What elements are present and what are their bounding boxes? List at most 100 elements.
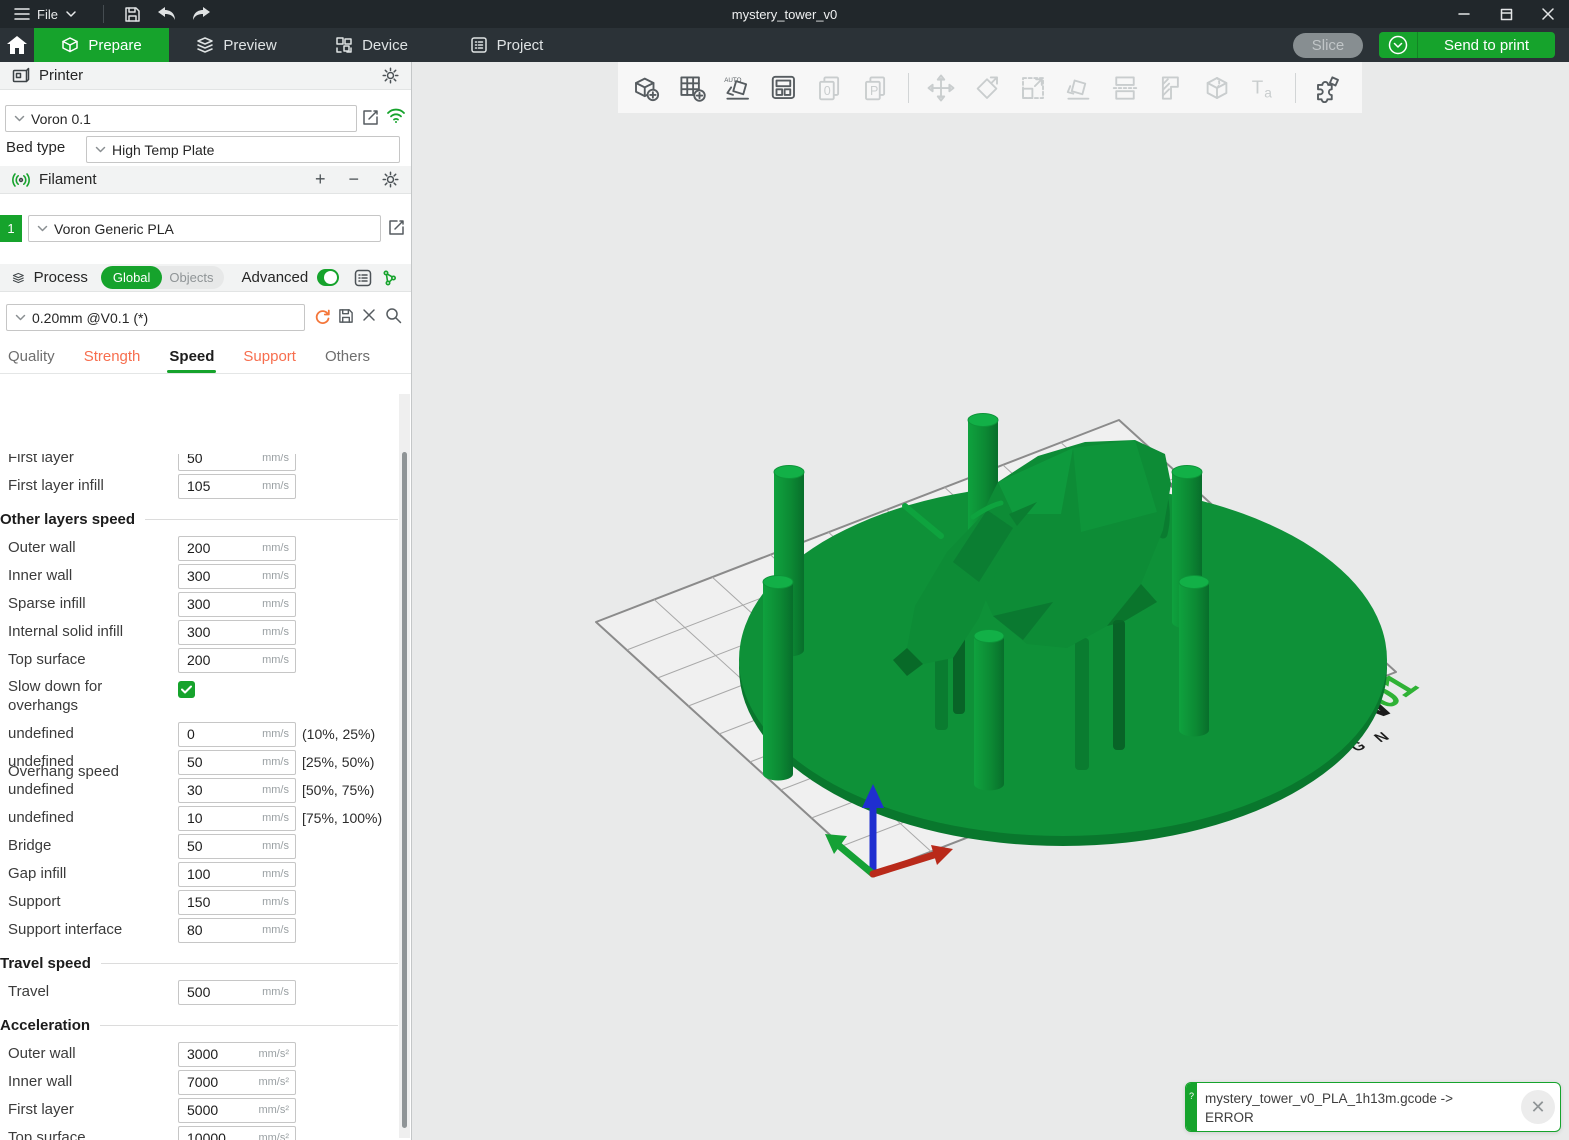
setting-input[interactable]: 0mm/s [178,722,296,747]
save-preset-button[interactable] [338,308,354,324]
undo-button[interactable] [150,0,184,28]
setting-input[interactable]: 500mm/s [178,980,296,1005]
setting-input[interactable]: 200mm/s [178,648,296,673]
setting-unit: mm/s [262,537,289,560]
move-icon [923,70,959,106]
setting-unit: mm/s [262,891,289,914]
setting-input[interactable]: 105mm/s [178,474,296,499]
setting-input[interactable]: 50mm/s [178,834,296,859]
viewport-toolbar: AUTO0PTa [618,62,1362,113]
process-tab-others[interactable]: Others [325,348,370,373]
setting-input[interactable]: 50mm/s [178,454,296,471]
setting-input[interactable]: 10mm/s [178,806,296,831]
tab-prepare[interactable]: Prepare [34,28,169,62]
process-tab-speed[interactable]: Speed [169,348,214,373]
add-plate-icon[interactable] [674,70,710,106]
filament-icon [12,172,30,188]
setting-unit: mm/s [262,649,289,672]
maximize-button[interactable] [1485,0,1527,28]
setting-input[interactable]: 3000mm/s² [178,1042,296,1067]
process-tab-support[interactable]: Support [243,348,296,373]
parameter-table-button[interactable] [354,269,372,287]
setting-input[interactable]: 100mm/s [178,862,296,887]
tab-preview[interactable]: Preview [169,28,304,62]
filament-settings-button[interactable] [382,171,399,188]
printer-select[interactable]: Voron 0.1 [5,105,357,132]
scrollbar-thumb[interactable] [402,452,407,1128]
bed-type-select[interactable]: High Temp Plate [86,136,400,163]
model-pillar[interactable] [1179,576,1209,737]
setting-label: Support [8,889,61,915]
svg-text:a: a [1264,85,1272,100]
process-tab-quality[interactable]: Quality [8,348,55,373]
setting-input[interactable]: 50mm/s [178,750,296,775]
setting-input[interactable]: 300mm/s [178,592,296,617]
add-object-icon[interactable] [628,70,664,106]
scope-objects-toggle[interactable]: Objects [162,270,213,285]
setting-input[interactable]: 7000mm/s² [178,1070,296,1095]
setting-input[interactable]: 200mm/s [178,536,296,561]
export-error-toast: ? mystery_tower_v0_PLA_1h13m.gcode -> ER… [1185,1082,1561,1132]
setting-input[interactable]: 300mm/s [178,564,296,589]
settings-scrollbar[interactable] [399,394,410,1138]
chevron-down-circle-icon [1388,35,1408,55]
delete-preset-button[interactable] [362,308,376,322]
model-pillar[interactable] [974,630,1004,791]
setting-unit: mm/s [262,863,289,886]
scope-global-toggle[interactable]: Global [101,266,163,289]
setting-input[interactable]: 300mm/s [178,620,296,645]
save-icon [124,6,141,23]
scale-icon [1015,70,1051,106]
close-window-button[interactable] [1527,0,1569,28]
auto-orient-icon[interactable]: AUTO [720,70,756,106]
tab-device[interactable]: Device [304,28,439,62]
redo-icon [192,7,210,21]
file-menu[interactable]: File [0,0,91,28]
toast-message-line2: ERROR [1205,1108,1508,1127]
send-to-print-button[interactable]: Send to print [1417,32,1555,58]
checkbox-checked[interactable] [178,681,195,698]
setting-unit: mm/s [262,835,289,858]
remove-filament-button[interactable]: − [348,169,359,190]
setting-input[interactable]: 5000mm/s² [178,1098,296,1123]
printer-connection-button[interactable] [386,107,406,123]
assembly-icon[interactable] [1310,70,1346,106]
send-options-button[interactable] [1379,32,1417,58]
setting-row: Travel500mm/s [0,979,398,1007]
tune-button[interactable] [381,269,399,287]
scene-canvas[interactable]: VORON DESIGN 01 [413,62,1569,1140]
chevron-down-icon [95,146,106,153]
filament-select[interactable]: Voron Generic PLA [28,215,381,242]
setting-input[interactable]: 150mm/s [178,890,296,915]
process-tab-strength[interactable]: Strength [84,348,141,373]
redo-button[interactable] [184,0,218,28]
reset-preset-button[interactable] [314,308,331,325]
setting-label: Internal solid infill [8,619,123,645]
setting-input[interactable]: 30mm/s [178,778,296,803]
setting-label: Top surface [8,647,86,673]
printer-settings-button[interactable] [382,67,399,84]
minimize-button[interactable] [1443,0,1485,28]
setting-row: undefined50mm/s[25%, 50%) [0,749,398,777]
viewport-3d[interactable]: VORON DESIGN 01 [413,62,1569,1140]
tab-project[interactable]: Project [439,28,574,62]
arrange-icon[interactable] [766,70,802,106]
setting-input[interactable]: 10000mm/s² [178,1126,296,1140]
model-pillar[interactable] [763,576,793,781]
tab-label: Device [362,37,408,54]
toast-close-button[interactable]: ✕ [1516,1083,1560,1131]
process-preset-select[interactable]: 0.20mm @V0.1 (*) [6,304,305,331]
add-filament-button[interactable]: + [315,169,326,190]
edit-filament-button[interactable] [388,219,405,236]
home-button[interactable] [0,28,34,62]
setting-label: Sparse infill [8,591,86,617]
setting-input[interactable]: 80mm/s [178,918,296,943]
advanced-toggle[interactable] [317,269,339,286]
toast-message-line1: mystery_tower_v0_PLA_1h13m.gcode -> [1205,1089,1508,1108]
edit-printer-button[interactable] [362,109,379,126]
setting-unit: mm/s² [258,1071,289,1094]
save-button[interactable] [116,0,150,28]
slice-button[interactable]: Slice [1293,33,1363,58]
search-settings-button[interactable] [385,307,402,324]
setting-unit: mm/s [262,723,289,746]
